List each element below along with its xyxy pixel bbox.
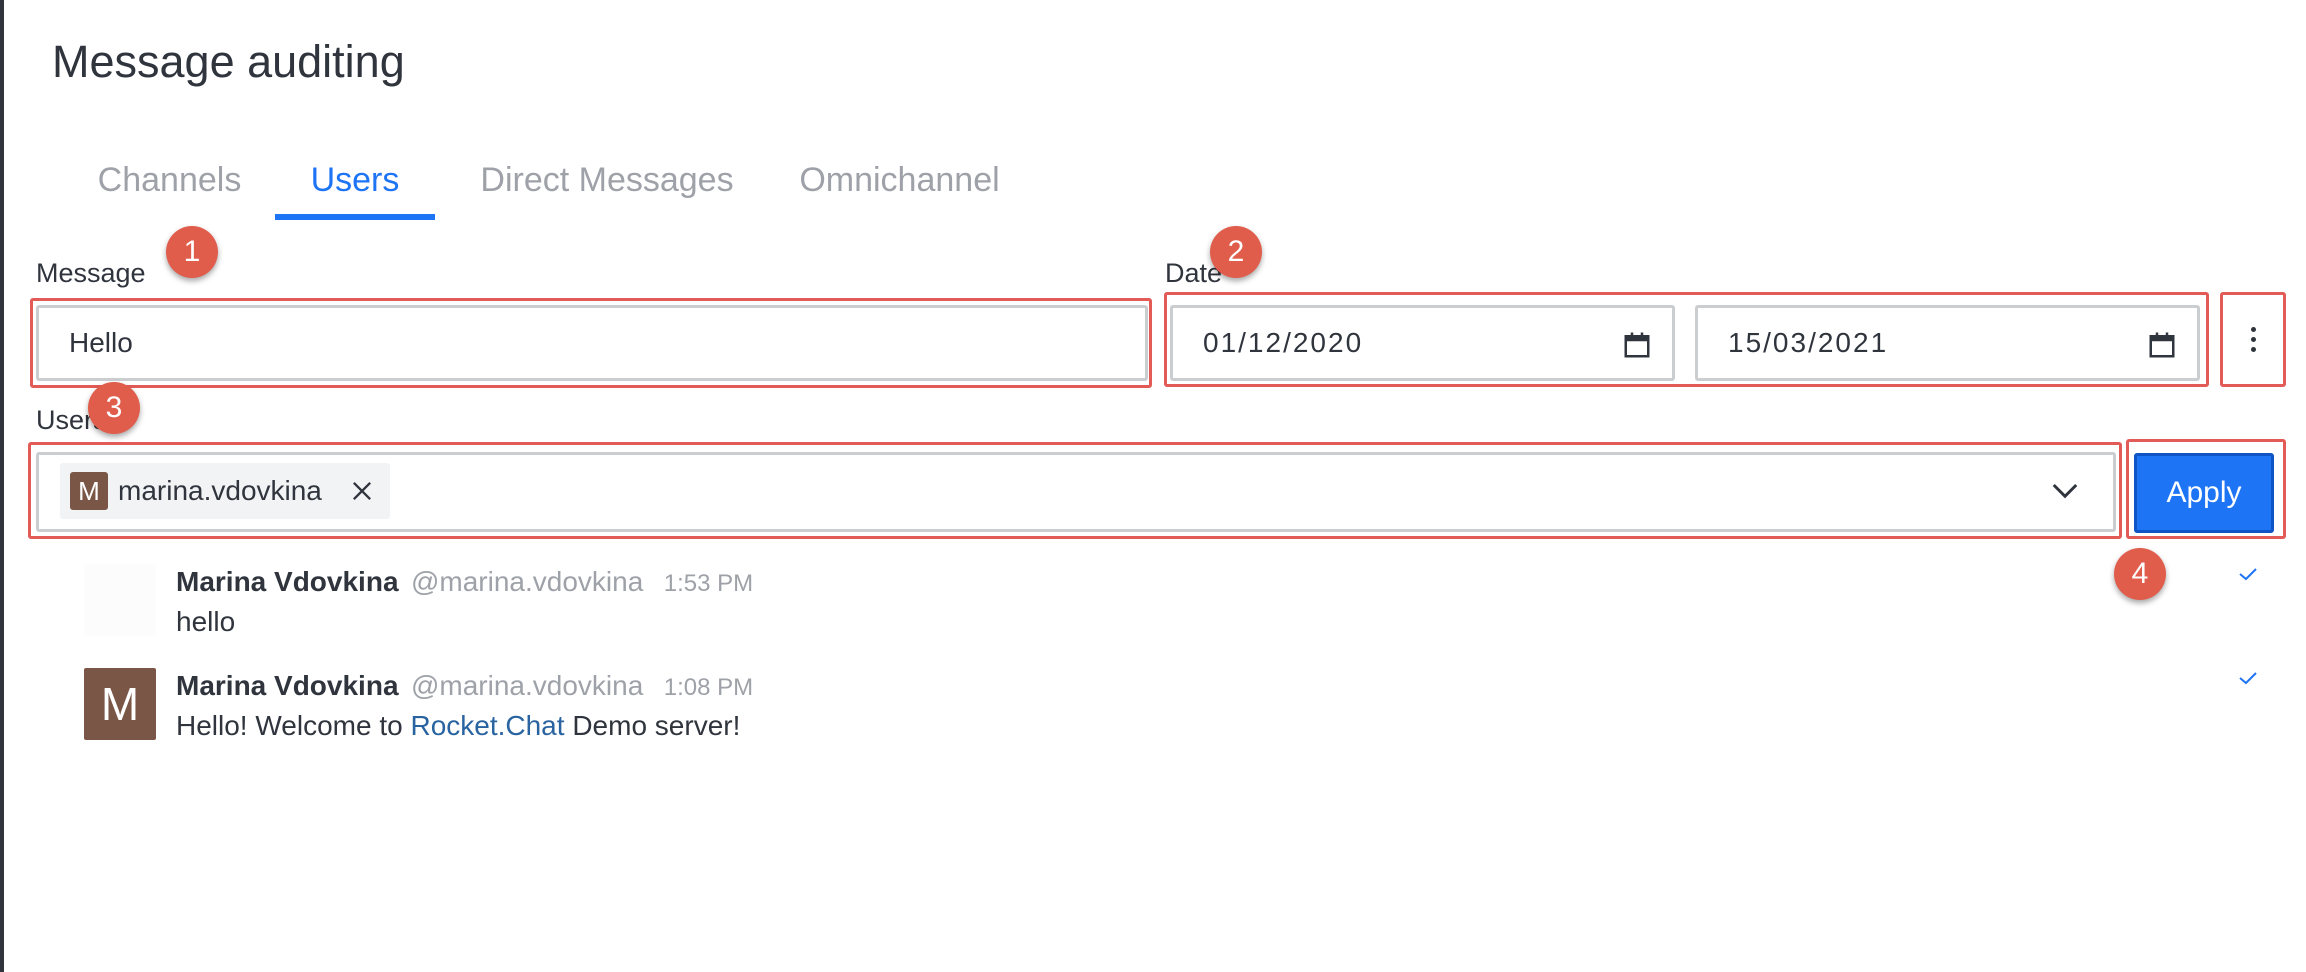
- message-text-part: Demo server!: [564, 710, 741, 741]
- message-text-part: Hello! Welcome to: [176, 710, 411, 741]
- selected-user-chip: M marina.vdovkina: [60, 463, 390, 519]
- apply-button[interactable]: Apply: [2134, 453, 2274, 533]
- tab-label: Channels: [97, 161, 242, 199]
- page-title: Message auditing: [52, 36, 405, 87]
- calendar-icon[interactable]: [2147, 330, 2177, 360]
- message-text: hello: [176, 606, 236, 637]
- message-link[interactable]: Rocket.Chat: [410, 710, 564, 741]
- selected-user-label: marina.vdovkina: [118, 475, 322, 506]
- annotation-badge-2: 2: [1210, 226, 1262, 278]
- close-icon[interactable]: [348, 477, 376, 505]
- message-input[interactable]: Hello: [36, 305, 1148, 381]
- message-header: Marina Vdovkina @marina.vdovkina 1:53 PM: [176, 566, 753, 598]
- tab-label: Users: [310, 161, 400, 199]
- date-end-value: 15/03/2021: [1728, 327, 1889, 358]
- message-author-name[interactable]: Marina Vdovkina: [176, 566, 399, 597]
- tab-direct-messages[interactable]: Direct Messages: [472, 150, 742, 220]
- message-timestamp: 1:53 PM: [663, 570, 754, 597]
- date-end-input[interactable]: 15/03/2021: [1695, 305, 2200, 381]
- active-tab-indicator: [275, 214, 435, 220]
- message-timestamp: 1:08 PM: [663, 674, 754, 701]
- message-author-name[interactable]: Marina Vdovkina: [176, 670, 399, 701]
- date-start-input[interactable]: 01/12/2020: [1170, 305, 1675, 381]
- avatar: M: [70, 472, 108, 510]
- message-author-username[interactable]: @marina.vdovkina: [411, 566, 643, 597]
- check-icon: [2239, 672, 2257, 685]
- calendar-icon[interactable]: [1622, 330, 1652, 360]
- annotation-badge-1: 1: [166, 226, 218, 278]
- message-input-value: Hello: [69, 327, 133, 358]
- date-start-value: 01/12/2020: [1203, 327, 1364, 358]
- message-text: Hello! Welcome to Rocket.Chat Demo serve…: [176, 710, 740, 742]
- message-label: Message: [36, 258, 146, 288]
- chevron-down-icon[interactable]: [2050, 478, 2080, 502]
- tab-omnichannel[interactable]: Omnichannel: [787, 150, 1012, 220]
- tab-label: Direct Messages: [480, 161, 734, 199]
- message-header: Marina Vdovkina @marina.vdovkina 1:08 PM: [176, 670, 753, 702]
- message-author-username[interactable]: @marina.vdovkina: [411, 670, 643, 701]
- annotation-badge-4: 4: [2114, 548, 2166, 600]
- tab-channels[interactable]: Channels: [97, 150, 242, 220]
- tab-label: Omnichannel: [799, 161, 1000, 199]
- avatar[interactable]: M: [84, 668, 156, 740]
- window-left-border: [0, 0, 4, 972]
- tab-users[interactable]: Users: [275, 150, 435, 220]
- check-icon: [2239, 568, 2257, 581]
- kebab-menu-icon[interactable]: [2220, 292, 2286, 387]
- annotation-badge-3: 3: [88, 382, 140, 434]
- avatar: [84, 564, 156, 636]
